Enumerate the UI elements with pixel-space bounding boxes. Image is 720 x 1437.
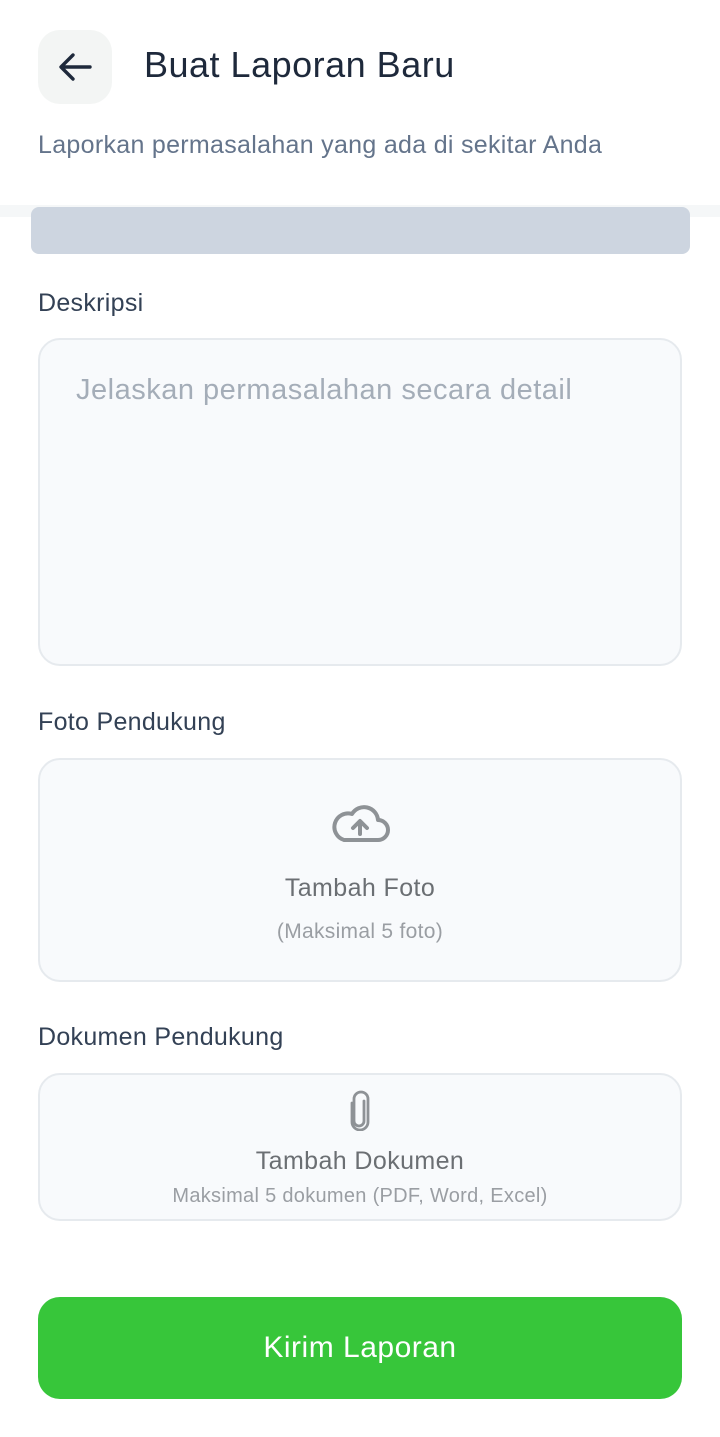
- add-photo-label: Tambah Foto: [284, 874, 436, 902]
- add-photo-button[interactable]: Tambah Foto (Maksimal 5 foto): [38, 758, 682, 982]
- photo-label: Foto Pendukung: [38, 708, 226, 736]
- page-subtitle: Laporkan permasalahan yang ada di sekita…: [38, 131, 603, 159]
- app-header: Buat Laporan Baru Laporkan permasalahan …: [0, 0, 720, 205]
- document-label: Dokumen Pendukung: [38, 1023, 284, 1051]
- page-title: Buat Laporan Baru: [144, 44, 455, 85]
- arrow-left-icon: [59, 53, 92, 81]
- loading-placeholder-bar: [31, 207, 690, 254]
- description-label: Deskripsi: [38, 289, 144, 317]
- paperclip-icon: [350, 1090, 370, 1131]
- description-field-container: [38, 338, 682, 666]
- cloud-upload-icon: [332, 805, 390, 842]
- submit-report-button[interactable]: Kirim Laporan: [38, 1297, 682, 1399]
- description-textarea[interactable]: [40, 340, 680, 664]
- photo-limit-hint: (Maksimal 5 foto): [276, 920, 444, 943]
- back-button[interactable]: [38, 30, 112, 104]
- add-document-button[interactable]: Tambah Dokumen Maksimal 5 dokumen (PDF, …: [38, 1073, 682, 1221]
- document-limit-hint: Maksimal 5 dokumen (PDF, Word, Excel): [172, 1185, 548, 1207]
- add-document-label: Tambah Dokumen: [255, 1147, 465, 1175]
